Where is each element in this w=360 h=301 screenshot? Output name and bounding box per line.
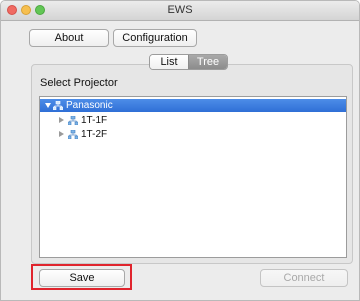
tab-list[interactable]: List [150,55,188,69]
tree-item-label: 1T-2F [81,129,108,140]
ews-window: EWS About Configuration List Tree Select… [0,0,360,301]
tab-tree[interactable]: Tree [188,55,227,69]
configuration-button[interactable]: Configuration [113,29,197,47]
tree-item-root[interactable]: Panasonic [40,99,346,112]
connect-button[interactable]: Connect [260,269,348,287]
disclosure-down-icon[interactable] [45,103,51,108]
tree-item-label: 1T-1F [81,115,108,126]
title-bar: EWS [1,1,359,21]
projector-tree[interactable]: Panasonic 1T-1F 1T-2F [39,96,347,258]
tree-item-1t-2f[interactable]: 1T-2F [40,128,346,141]
tree-item-label: Panasonic [66,100,113,111]
network-group-icon [53,101,63,110]
disclosure-right-icon[interactable] [59,131,64,137]
view-toggle: List Tree [149,54,228,70]
tree-item-1t-1f[interactable]: 1T-1F [40,114,346,127]
network-group-icon [68,130,78,139]
select-projector-label: Select Projector [40,77,118,89]
save-button[interactable]: Save [39,269,125,287]
about-button[interactable]: About [29,29,109,47]
network-group-icon [68,116,78,125]
disclosure-right-icon[interactable] [59,117,64,123]
window-title: EWS [167,4,193,16]
